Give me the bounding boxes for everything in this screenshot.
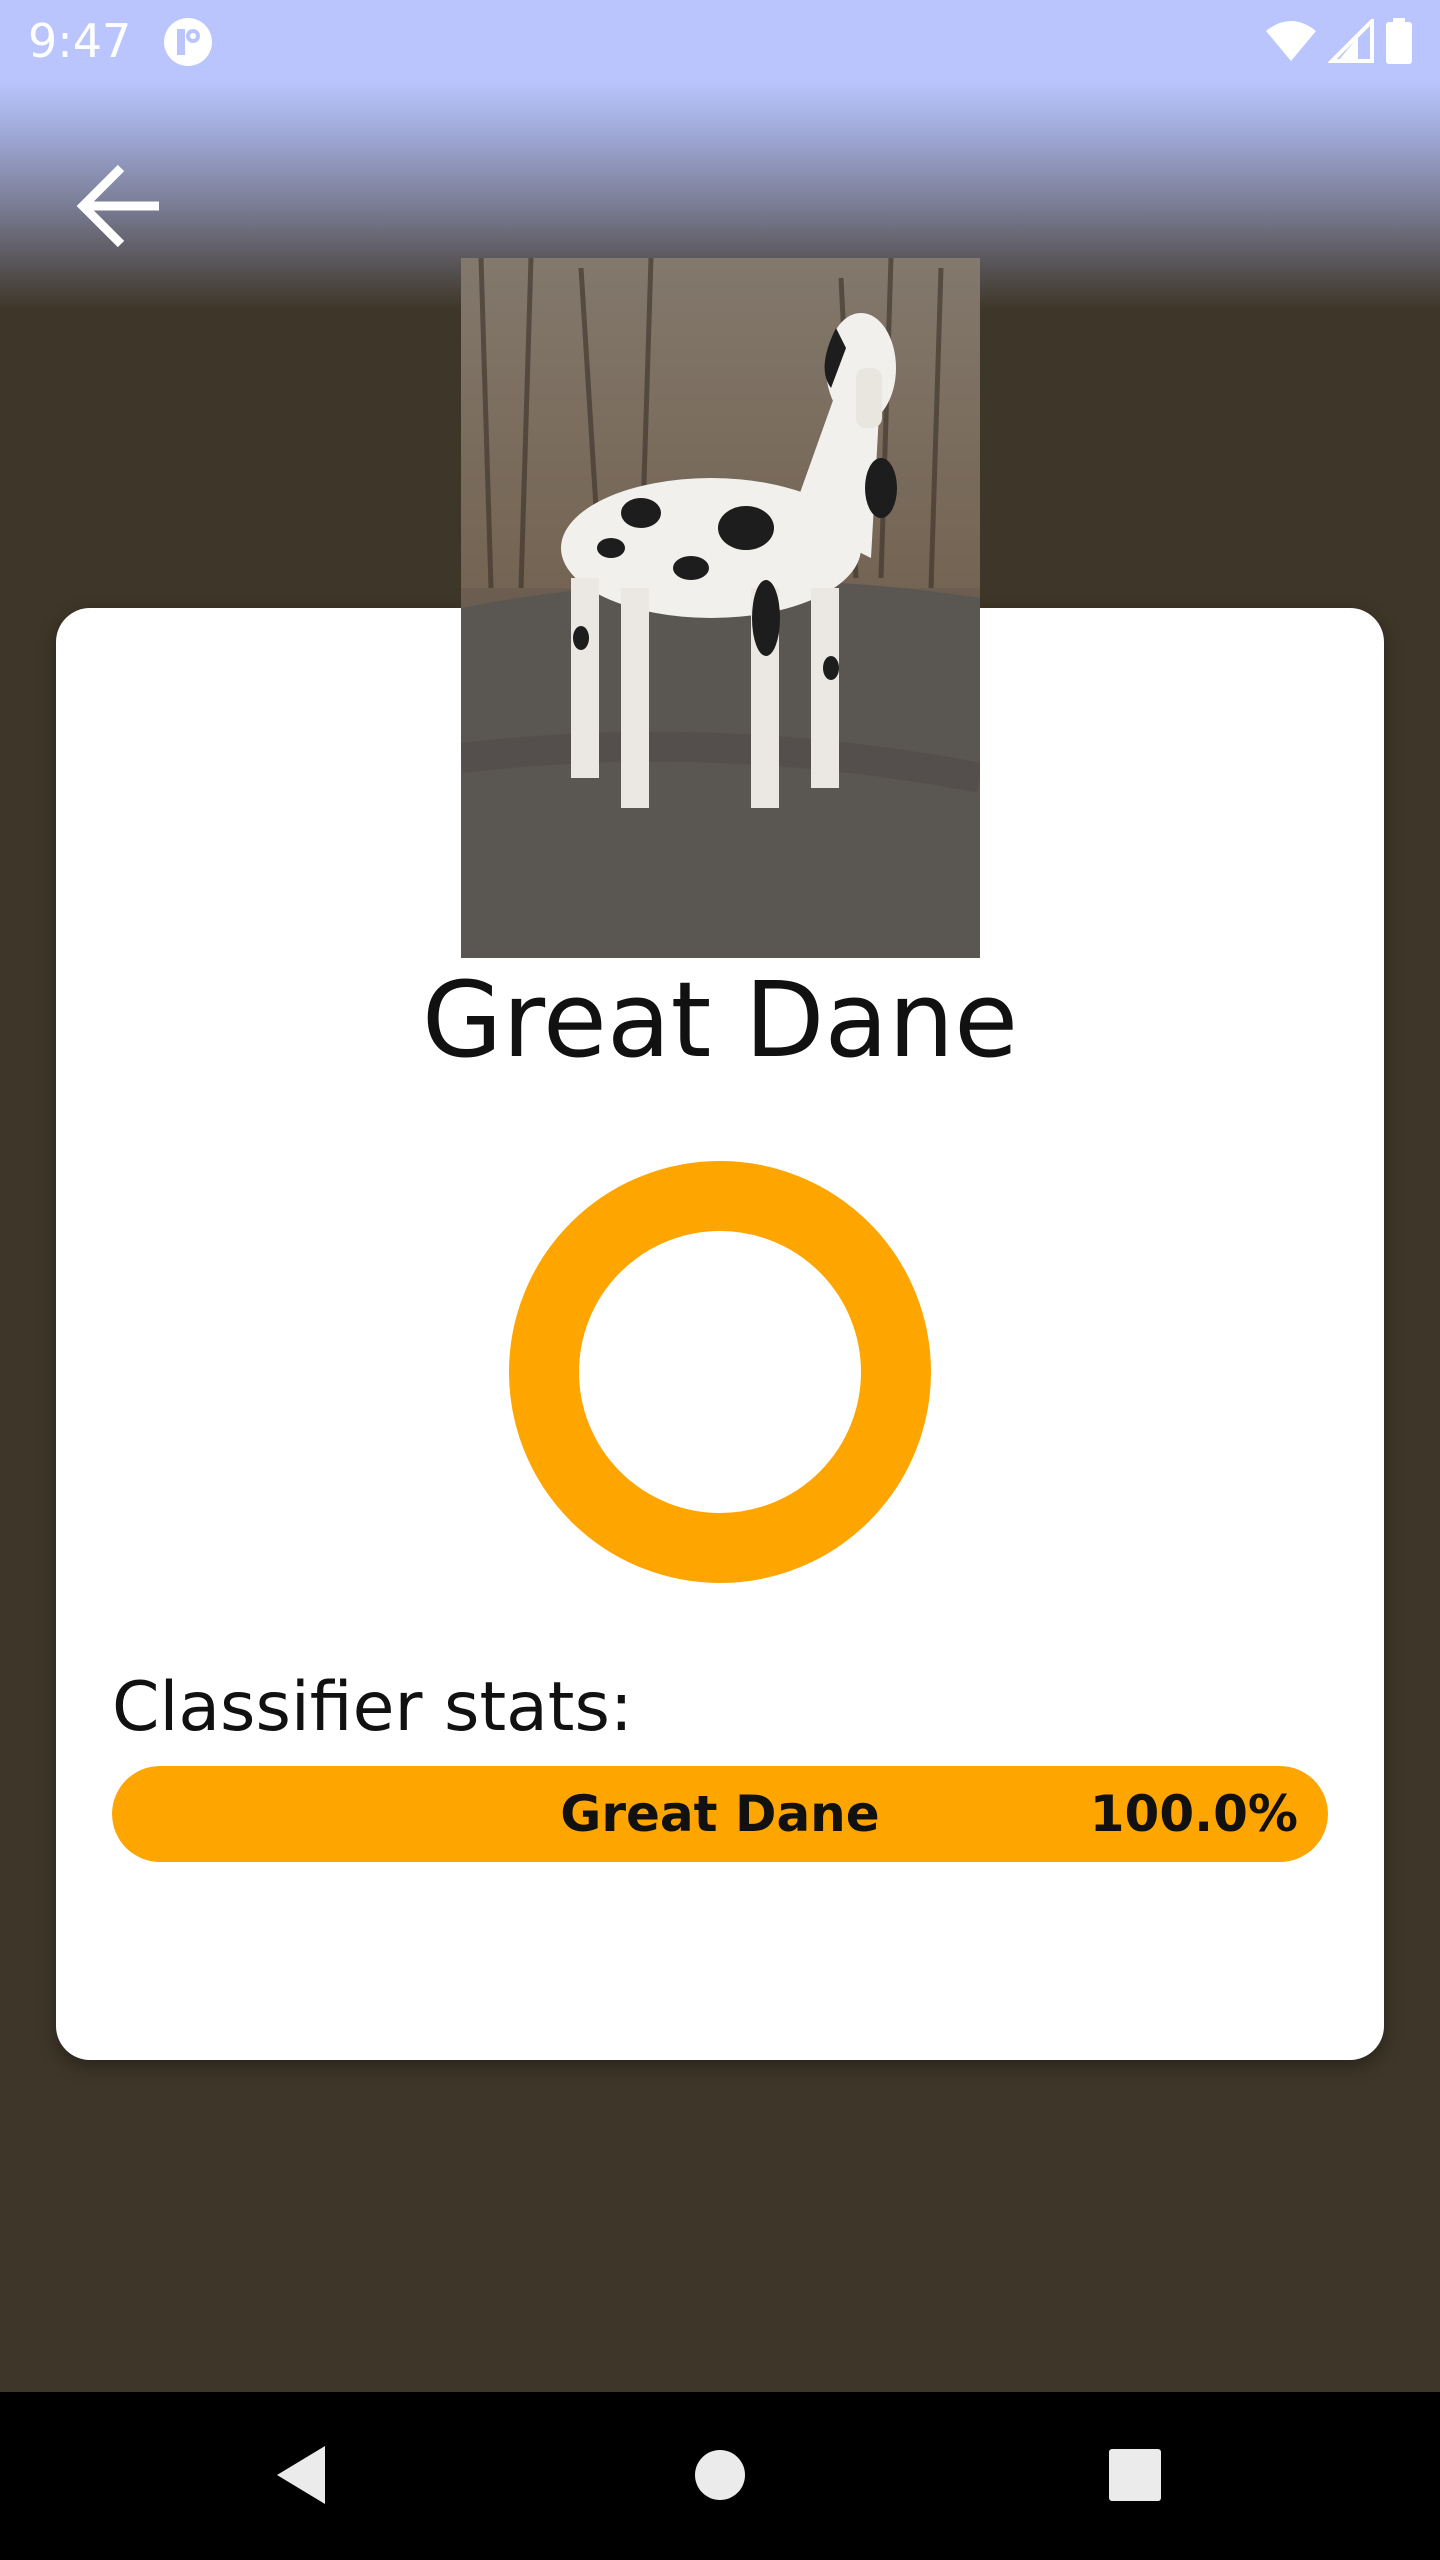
recents-square-icon [1107,2447,1163,2508]
status-icons [1264,15,1414,69]
nav-recents-button[interactable] [1090,2432,1180,2522]
dog-photo [461,258,980,958]
stat-bar-value: 100.0% [1089,1785,1298,1843]
ring-arc [509,1161,931,1583]
status-time: 9:47 [28,14,132,68]
arrow-back-icon [75,163,165,254]
home-circle-icon [692,2447,748,2508]
status-bar: 9:47 [0,0,1440,84]
classifier-stats-label: Classifier stats: [112,1668,633,1747]
app-notification-icon [162,16,214,68]
battery-icon [1384,17,1414,69]
cellular-signal-icon [1327,15,1374,68]
nav-home-button[interactable] [675,2432,765,2522]
stat-bar: Great Dane 100.0% [112,1766,1328,1862]
nav-back-button[interactable] [258,2432,348,2522]
navigation-bar [0,2392,1440,2560]
back-button[interactable] [62,150,178,266]
breed-title: Great Dane [421,959,1019,1081]
confidence-ring-chart [508,1160,932,1584]
wifi-icon [1264,19,1318,68]
back-triangle-icon [273,2444,333,2511]
